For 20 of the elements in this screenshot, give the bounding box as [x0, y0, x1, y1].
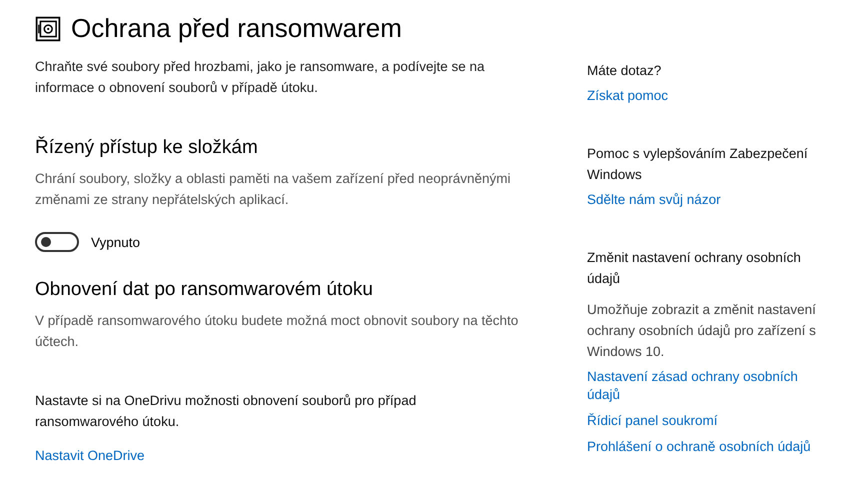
- sidebar-link[interactable]: Sdělte nám svůj názor: [587, 191, 822, 209]
- toggle-switch[interactable]: [35, 232, 79, 252]
- sidebar-heading: Máte dotaz?: [587, 62, 662, 80]
- toggle-label: Vypnuto: [91, 234, 140, 250]
- safe-icon: [35, 16, 61, 42]
- section-heading: Řízený přístup ke složkám: [35, 136, 258, 160]
- sidebar-heading: Změnit nastavení ochrany osobních údajů: [587, 249, 802, 288]
- page-title: Ochrana před ransomwarem: [71, 12, 402, 44]
- section-description: Chrání soubory, složky a oblasti paměti na vašem zařízení před neoprávněnými změnami ze strany nepřátelských aplikací.: [35, 170, 512, 209]
- onedrive-note: Nastavte si na OneDrivu možnosti obnovení souborů pro případ ransomwarového útoku.: [35, 392, 418, 431]
- onedrive-link[interactable]: Nastavit OneDrive: [35, 448, 145, 463]
- sidebar-link[interactable]: Získat pomoc: [587, 87, 822, 105]
- section-heading: Obnovení dat po ransomwarovém útoku: [35, 278, 373, 302]
- sidebar-link[interactable]: Prohlášení o ochraně osobních údajů: [587, 438, 822, 456]
- sidebar-heading: Pomoc s vylepšováním Zabezpečení Windows: [587, 145, 809, 184]
- sidebar-description: Umožňuje zobrazit a změnit nastavení ochrany osobních údajů pro zařízení s Windows 10.: [587, 301, 817, 361]
- sidebar-link[interactable]: Nastavení zásad ochrany osobních údajů: [587, 368, 822, 404]
- section-description: V případě ransomwarového útoku budete možná moct obnovit soubory na těchto účtech.: [35, 312, 520, 351]
- sidebar-link[interactable]: Řídicí panel soukromí: [587, 412, 822, 430]
- intro-text: Chraňte své soubory před hrozbami, jako je ransomware, a podívejte se na informace o obnovení souborů v případě útoku.: [35, 58, 486, 97]
